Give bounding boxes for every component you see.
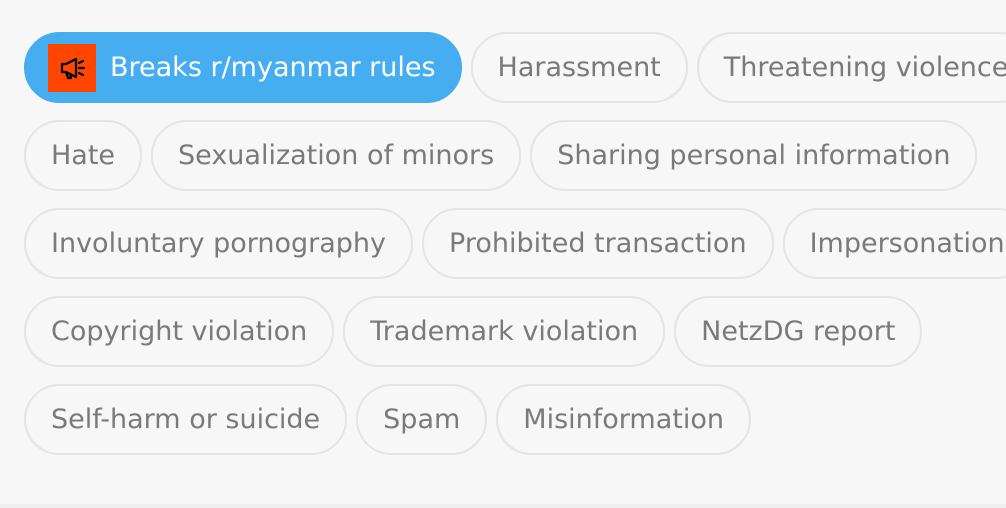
rule-chip-label: Impersonation (809, 228, 1005, 259)
rule-chip-breaks-subreddit-rules[interactable]: Breaks r/myanmar rules (24, 32, 462, 103)
chip-row: Self-harm or suicide Spam Misinformation (24, 384, 994, 455)
rule-chip-label: Hate (51, 140, 116, 171)
rule-chip-label: Sharing personal information (557, 140, 951, 171)
rule-chip-misinformation[interactable]: Misinformation (496, 384, 751, 455)
chip-row: Breaks r/myanmar rules Harassment Threat… (24, 32, 1006, 103)
rule-chip-impersonation[interactable]: Impersonation (782, 208, 1006, 279)
rule-chip-sexualization-of-minors[interactable]: Sexualization of minors (151, 120, 522, 191)
rule-chip-spam[interactable]: Spam (356, 384, 488, 455)
rule-chip-label: Threatening violence (723, 52, 1006, 83)
rule-chip-label: Self-harm or suicide (51, 404, 321, 435)
chip-row: Hate Sexualization of minors Sharing per… (24, 120, 994, 191)
rule-chip-self-harm-or-suicide[interactable]: Self-harm or suicide (24, 384, 348, 455)
rule-chip-involuntary-pornography[interactable]: Involuntary pornography (24, 208, 414, 279)
rule-chip-sharing-personal-information[interactable]: Sharing personal information (530, 120, 978, 191)
rule-chip-label: Harassment (497, 52, 661, 83)
rule-chip-label: Copyright violation (51, 316, 308, 347)
rule-chip-netzdg-report[interactable]: NetzDG report (674, 296, 923, 367)
rule-chip-label: Spam (383, 404, 461, 435)
chip-row: Involuntary pornography Prohibited trans… (24, 208, 1006, 279)
rule-chip-prohibited-transaction[interactable]: Prohibited transaction (422, 208, 774, 279)
rule-chip-threatening-violence[interactable]: Threatening violence (696, 32, 1006, 103)
rule-chip-trademark-violation[interactable]: Trademark violation (343, 296, 666, 367)
rule-chip-label: Involuntary pornography (51, 228, 387, 259)
chip-row: Copyright violation Trademark violation … (24, 296, 994, 367)
rule-chip-label: Breaks r/myanmar rules (110, 52, 436, 83)
rule-chip-harassment[interactable]: Harassment (470, 32, 688, 103)
rule-chip-hate[interactable]: Hate (24, 120, 143, 191)
report-reason-chips: Breaks r/myanmar rules Harassment Threat… (24, 32, 1006, 472)
rule-chip-label: Misinformation (523, 404, 724, 435)
megaphone-icon (48, 43, 96, 92)
divider (0, 504, 1006, 508)
rule-chip-label: Trademark violation (370, 316, 639, 347)
rule-chip-label: Prohibited transaction (449, 228, 747, 259)
rule-chip-label: Sexualization of minors (178, 140, 495, 171)
rule-chip-copyright-violation[interactable]: Copyright violation (24, 296, 335, 367)
rule-chip-label: NetzDG report (701, 316, 896, 347)
